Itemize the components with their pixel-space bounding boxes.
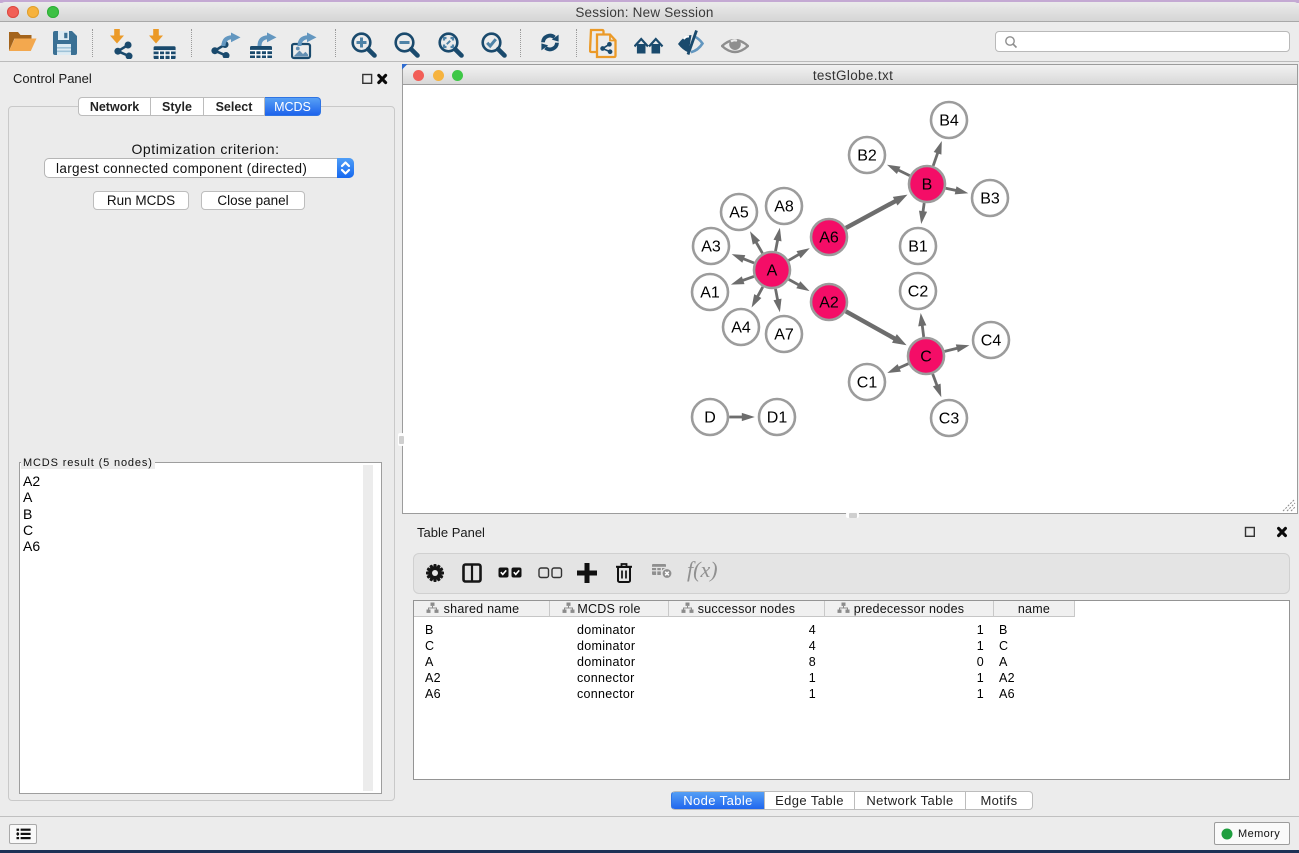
svg-text:D: D (704, 410, 716, 427)
svg-text:A8: A8 (774, 199, 794, 216)
svg-text:C1: C1 (857, 375, 878, 392)
svg-text:A4: A4 (731, 320, 751, 337)
svg-text:B2: B2 (857, 148, 877, 165)
svg-text:C: C (920, 349, 932, 366)
svg-text:A: A (767, 263, 778, 280)
svg-text:D1: D1 (767, 410, 788, 427)
svg-text:A7: A7 (774, 327, 794, 344)
svg-text:A5: A5 (729, 205, 749, 222)
svg-text:C4: C4 (981, 333, 1002, 350)
svg-text:C3: C3 (939, 411, 960, 428)
svg-text:A6: A6 (819, 230, 839, 247)
svg-text:B: B (922, 177, 933, 194)
svg-text:C2: C2 (908, 284, 929, 301)
svg-text:A3: A3 (701, 239, 721, 256)
svg-text:B1: B1 (908, 239, 928, 256)
svg-text:A1: A1 (700, 285, 720, 302)
svg-text:B4: B4 (939, 113, 959, 130)
svg-text:A2: A2 (819, 295, 839, 312)
svg-text:B3: B3 (980, 191, 1000, 208)
